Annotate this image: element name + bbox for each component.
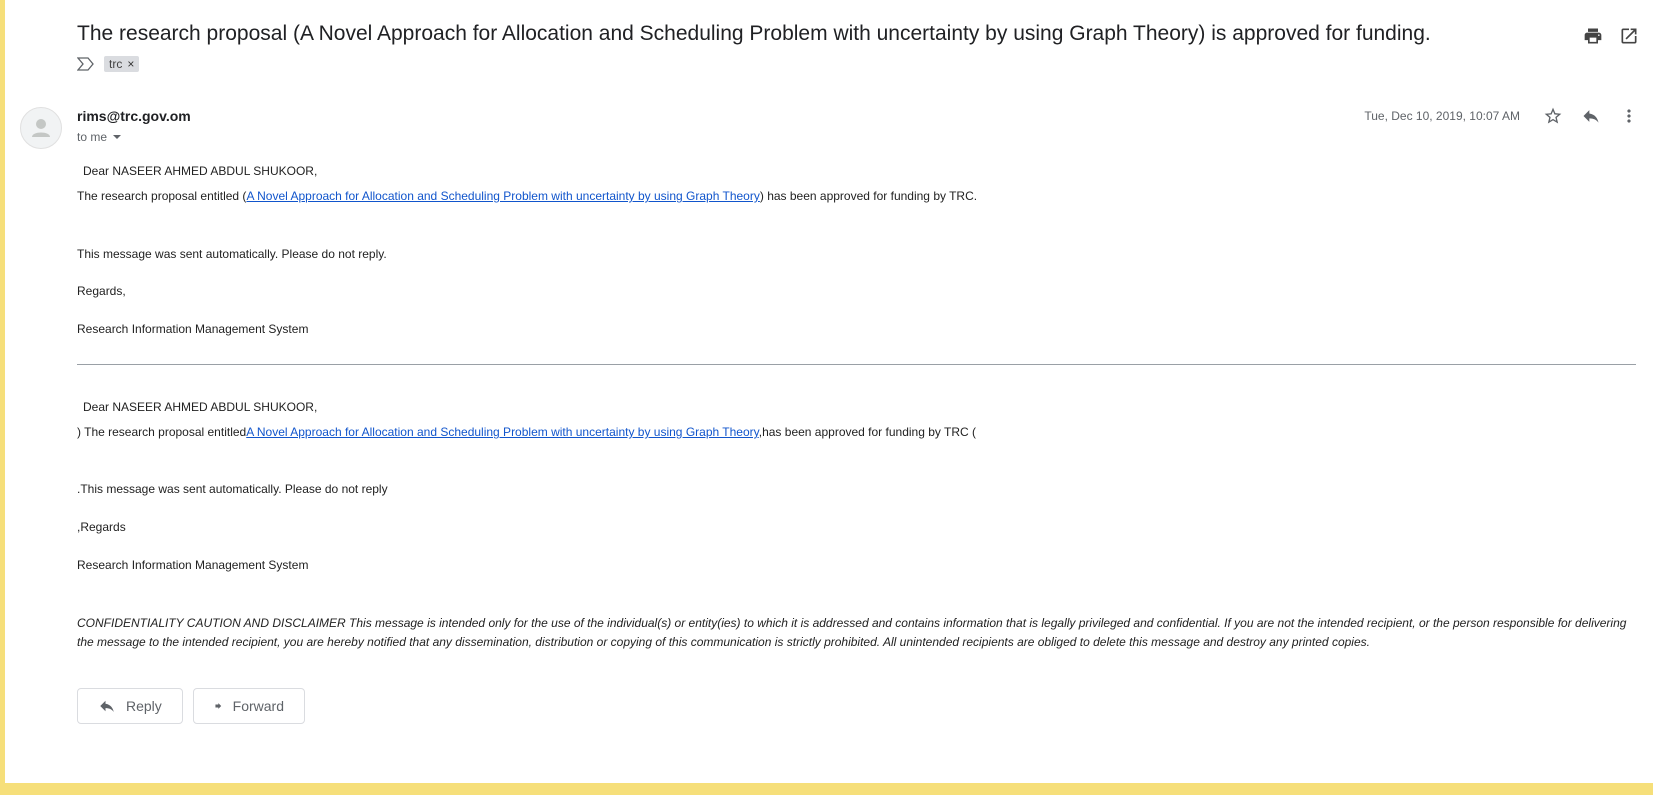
greeting-rtl: Dear NASEER AHMED ABDUL SHUKOOR, xyxy=(83,400,318,414)
remove-label-icon[interactable]: × xyxy=(127,57,134,71)
label-chip-text: trc xyxy=(109,57,123,71)
label-icon[interactable] xyxy=(76,57,95,71)
reply-icon[interactable] xyxy=(1581,106,1601,131)
print-icon[interactable] xyxy=(1583,26,1603,51)
reply-button-label: Reply xyxy=(126,698,162,714)
label-chip-trc[interactable]: trc × xyxy=(104,56,140,72)
approval-line-rtl-prefix: ) The research proposal entitled xyxy=(77,425,247,439)
thread-actions xyxy=(1583,26,1639,51)
signature: Research Information Management System xyxy=(77,322,309,336)
approval-line-prefix: The research proposal entitled ( xyxy=(77,189,247,203)
proposal-link[interactable]: A Novel Approach for Allocation and Sche… xyxy=(246,189,759,203)
recipient-text: to me xyxy=(77,130,108,144)
regards-rtl: ,Regards xyxy=(77,520,126,534)
sender-address[interactable]: rims@trc.gov.om xyxy=(77,108,191,124)
confidentiality-disclaimer: CONFIDENTIALITY CAUTION AND DISCLAIMER T… xyxy=(77,616,1627,649)
recipient-details-toggle[interactable]: to me xyxy=(77,130,122,144)
forward-button[interactable]: Forward xyxy=(193,688,305,724)
default-avatar-icon[interactable] xyxy=(20,107,62,149)
reply-icon xyxy=(100,700,114,712)
reply-button[interactable]: Reply xyxy=(77,688,183,724)
star-icon[interactable] xyxy=(1543,106,1563,131)
greeting: Dear NASEER AHMED ABDUL SHUKOOR, xyxy=(83,164,318,178)
forward-button-label: Forward xyxy=(232,698,284,714)
regards: Regards, xyxy=(77,284,126,298)
email-date: Tue, Dec 10, 2019, 10:07 AM xyxy=(1364,109,1520,123)
body-divider xyxy=(77,364,1636,365)
auto-note: This message was sent automatically. Ple… xyxy=(77,247,387,261)
message-actions xyxy=(1543,106,1639,131)
proposal-link-rtl[interactable]: A Novel Approach for Allocation and Sche… xyxy=(246,425,759,439)
approval-line: The research proposal entitled (A Novel … xyxy=(77,189,977,203)
approval-line-rtl: ) The research proposal entitledA Novel … xyxy=(77,425,976,439)
forward-icon xyxy=(215,703,222,709)
approval-line-rtl-suffix: ,has been approved for funding by TRC ( xyxy=(758,425,976,439)
open-in-new-window-icon[interactable] xyxy=(1619,26,1639,51)
approval-line-suffix: ) has been approved for funding by TRC. xyxy=(759,189,978,203)
auto-note-rtl: .This message was sent automatically. Pl… xyxy=(77,482,388,496)
more-vertical-icon[interactable] xyxy=(1619,106,1639,131)
labels-row: trc × xyxy=(76,56,140,72)
signature-rtl: Research Information Management System xyxy=(77,558,309,572)
chevron-down-icon xyxy=(113,135,122,139)
email-subject: The research proposal (A Novel Approach … xyxy=(77,22,1431,45)
